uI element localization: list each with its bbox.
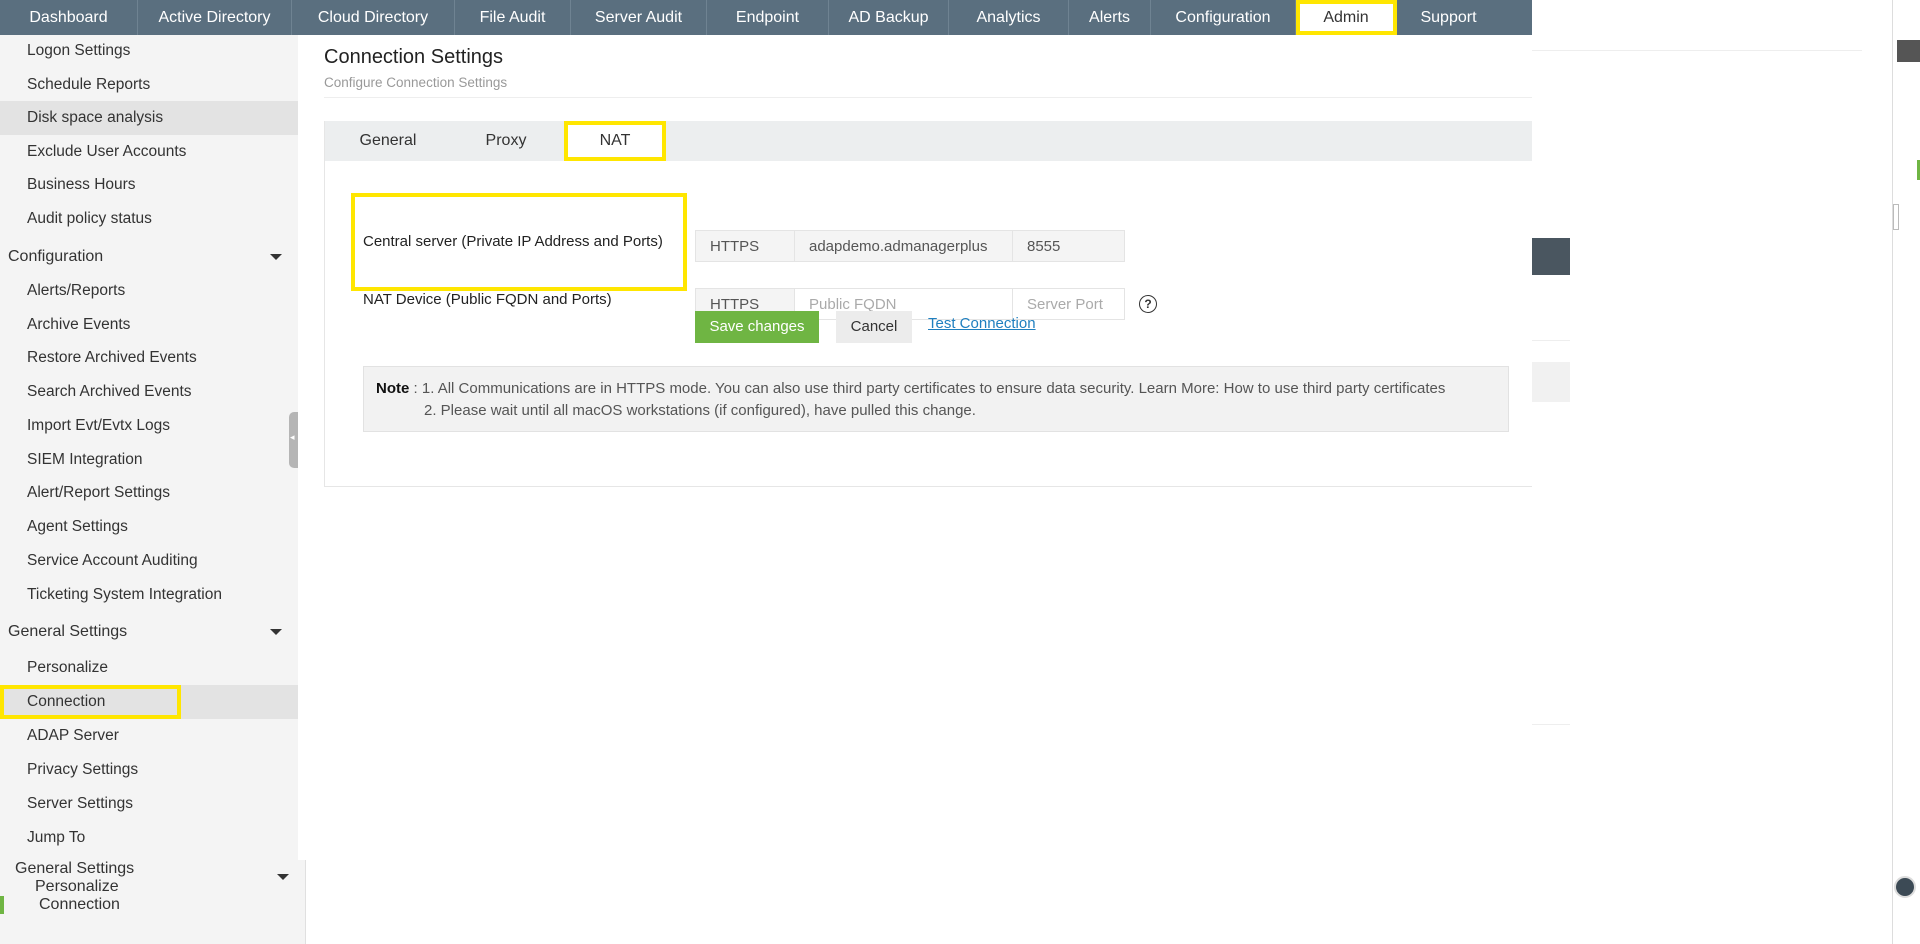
admin-sidebar: Logon Settings Schedule Reports Disk spa… <box>0 35 298 944</box>
sidebar-item-privacy-settings[interactable]: Privacy Settings <box>0 754 298 786</box>
note-line-1: Note : 1. All Communications are in HTTP… <box>376 380 1445 397</box>
sidebar-item-schedule-reports[interactable]: Schedule Reports <box>0 69 298 101</box>
sidebar-item-personalize-duplicate[interactable]: Personalize <box>0 878 340 896</box>
settings-tabs: General Proxy NAT <box>325 121 1533 161</box>
sidebar-item-service-account-auditing[interactable]: Service Account Auditing <box>0 545 298 577</box>
tab-server-audit[interactable]: Server Audit <box>571 0 707 35</box>
page-title: Connection Settings <box>324 46 504 68</box>
save-changes-button[interactable]: Save changes <box>695 311 819 343</box>
edge-block <box>1897 40 1920 62</box>
sidebar-item-adap-server[interactable]: ADAP Server <box>0 720 298 752</box>
central-port-field: 8555 <box>1012 230 1125 262</box>
chat-avatar-icon[interactable] <box>1894 876 1916 898</box>
tab-alerts[interactable]: Alerts <box>1069 0 1151 35</box>
divider <box>1532 340 1570 341</box>
grey-block <box>1532 362 1570 402</box>
sidebar-item-connection-duplicate[interactable]: Connection <box>0 896 344 914</box>
sidebar-item-alert-report-settings[interactable]: Alert/Report Settings <box>0 477 298 509</box>
sidebar-heading-general-settings-duplicate[interactable]: General Settings <box>0 860 320 880</box>
tab-proxy[interactable]: Proxy <box>443 121 569 161</box>
sidebar-heading-configuration[interactable]: Configuration <box>0 240 298 274</box>
tab-admin[interactable]: Admin <box>1296 0 1397 35</box>
highlight-box <box>0 685 181 719</box>
sidebar-item-disk-space-analysis[interactable]: Disk space analysis <box>0 101 298 135</box>
note-box: Note : 1. All Communications are in HTTP… <box>363 366 1509 432</box>
note-label: Note <box>376 380 410 397</box>
sidebar-heading-label: Configuration <box>8 248 104 265</box>
central-protocol-field: HTTPS <box>695 230 795 262</box>
right-overlay-panel <box>1532 0 1892 944</box>
main-content: Connection Settings Configure Connection… <box>300 35 1533 944</box>
sidebar-heading-label: General Settings <box>15 860 135 877</box>
help-icon[interactable]: ? <box>1139 295 1157 313</box>
sidebar-item-archive-events[interactable]: Archive Events <box>0 309 298 341</box>
sidebar-item-server-settings[interactable]: Server Settings <box>0 788 298 820</box>
sidebar-collapse-handle[interactable]: ◂ <box>289 412 298 468</box>
divider <box>1532 50 1862 51</box>
note-line-2: 2. Please wait until all macOS workstati… <box>424 402 976 419</box>
page-subtitle: Configure Connection Settings <box>324 75 508 90</box>
divider <box>1532 724 1570 725</box>
sidebar-overlay-fragment: General Settings Personalize Connection <box>0 860 306 944</box>
sidebar-heading-label: General Settings <box>8 623 128 640</box>
sidebar-item-siem-integration[interactable]: SIEM Integration <box>0 444 298 476</box>
sidebar-heading-general-settings[interactable]: General Settings <box>0 615 298 649</box>
caret-down-icon <box>277 874 289 880</box>
sidebar-item-business-hours[interactable]: Business Hours <box>0 169 298 201</box>
chevron-left-icon: ◂ <box>290 432 295 442</box>
tab-analytics[interactable]: Analytics <box>949 0 1069 35</box>
tab-ad-backup[interactable]: AD Backup <box>829 0 949 35</box>
connection-settings-panel: General Proxy NAT Central server (Privat… <box>324 121 1533 487</box>
sidebar-item-import-evt-logs[interactable]: Import Evt/Evtx Logs <box>0 410 298 442</box>
top-nav-tabs: Dashboard Active Directory Cloud Directo… <box>0 0 1500 35</box>
sidebar-item-restore-archived-events[interactable]: Restore Archived Events <box>0 342 298 374</box>
sidebar-item-agent-settings[interactable]: Agent Settings <box>0 511 298 543</box>
sidebar-item-jump-to[interactable]: Jump To <box>0 822 298 854</box>
tab-nat[interactable]: NAT <box>564 121 666 161</box>
edge-input-fragment <box>1893 204 1899 230</box>
tab-endpoint[interactable]: Endpoint <box>707 0 829 35</box>
sidebar-item-ticketing-system-integration[interactable]: Ticketing System Integration <box>0 579 298 611</box>
tab-file-audit[interactable]: File Audit <box>455 0 571 35</box>
tab-general[interactable]: General <box>325 121 451 161</box>
sidebar-item-exclude-user-accounts[interactable]: Exclude User Accounts <box>0 136 298 168</box>
note-line-1-text: : 1. All Communications are in HTTPS mod… <box>413 380 1446 397</box>
central-host-field: adapdemo.admanagerplus <box>794 230 1013 262</box>
sidebar-item-search-archived-events[interactable]: Search Archived Events <box>0 376 298 408</box>
dark-block <box>1532 238 1570 275</box>
right-edge-strip <box>1892 0 1920 944</box>
tab-cloud-directory[interactable]: Cloud Directory <box>292 0 455 35</box>
sidebar-item-audit-policy-status[interactable]: Audit policy status <box>0 203 298 235</box>
tab-active-directory[interactable]: Active Directory <box>138 0 292 35</box>
central-server-label: Central server (Private IP Address and P… <box>363 233 663 250</box>
caret-down-icon <box>270 254 282 260</box>
nat-device-label: NAT Device (Public FQDN and Ports) <box>363 291 612 308</box>
header-divider <box>324 97 1532 98</box>
tab-dashboard[interactable]: Dashboard <box>0 0 138 35</box>
sidebar-item-logon-settings[interactable]: Logon Settings <box>0 35 298 67</box>
sidebar-item-personalize[interactable]: Personalize <box>0 652 298 684</box>
tab-configuration[interactable]: Configuration <box>1151 0 1296 35</box>
cancel-button[interactable]: Cancel <box>836 311 912 343</box>
test-connection-link[interactable]: Test Connection <box>928 315 1036 332</box>
sidebar-item-alerts-reports[interactable]: Alerts/Reports <box>0 275 298 307</box>
tab-support[interactable]: Support <box>1397 0 1500 35</box>
caret-down-icon <box>270 629 282 635</box>
